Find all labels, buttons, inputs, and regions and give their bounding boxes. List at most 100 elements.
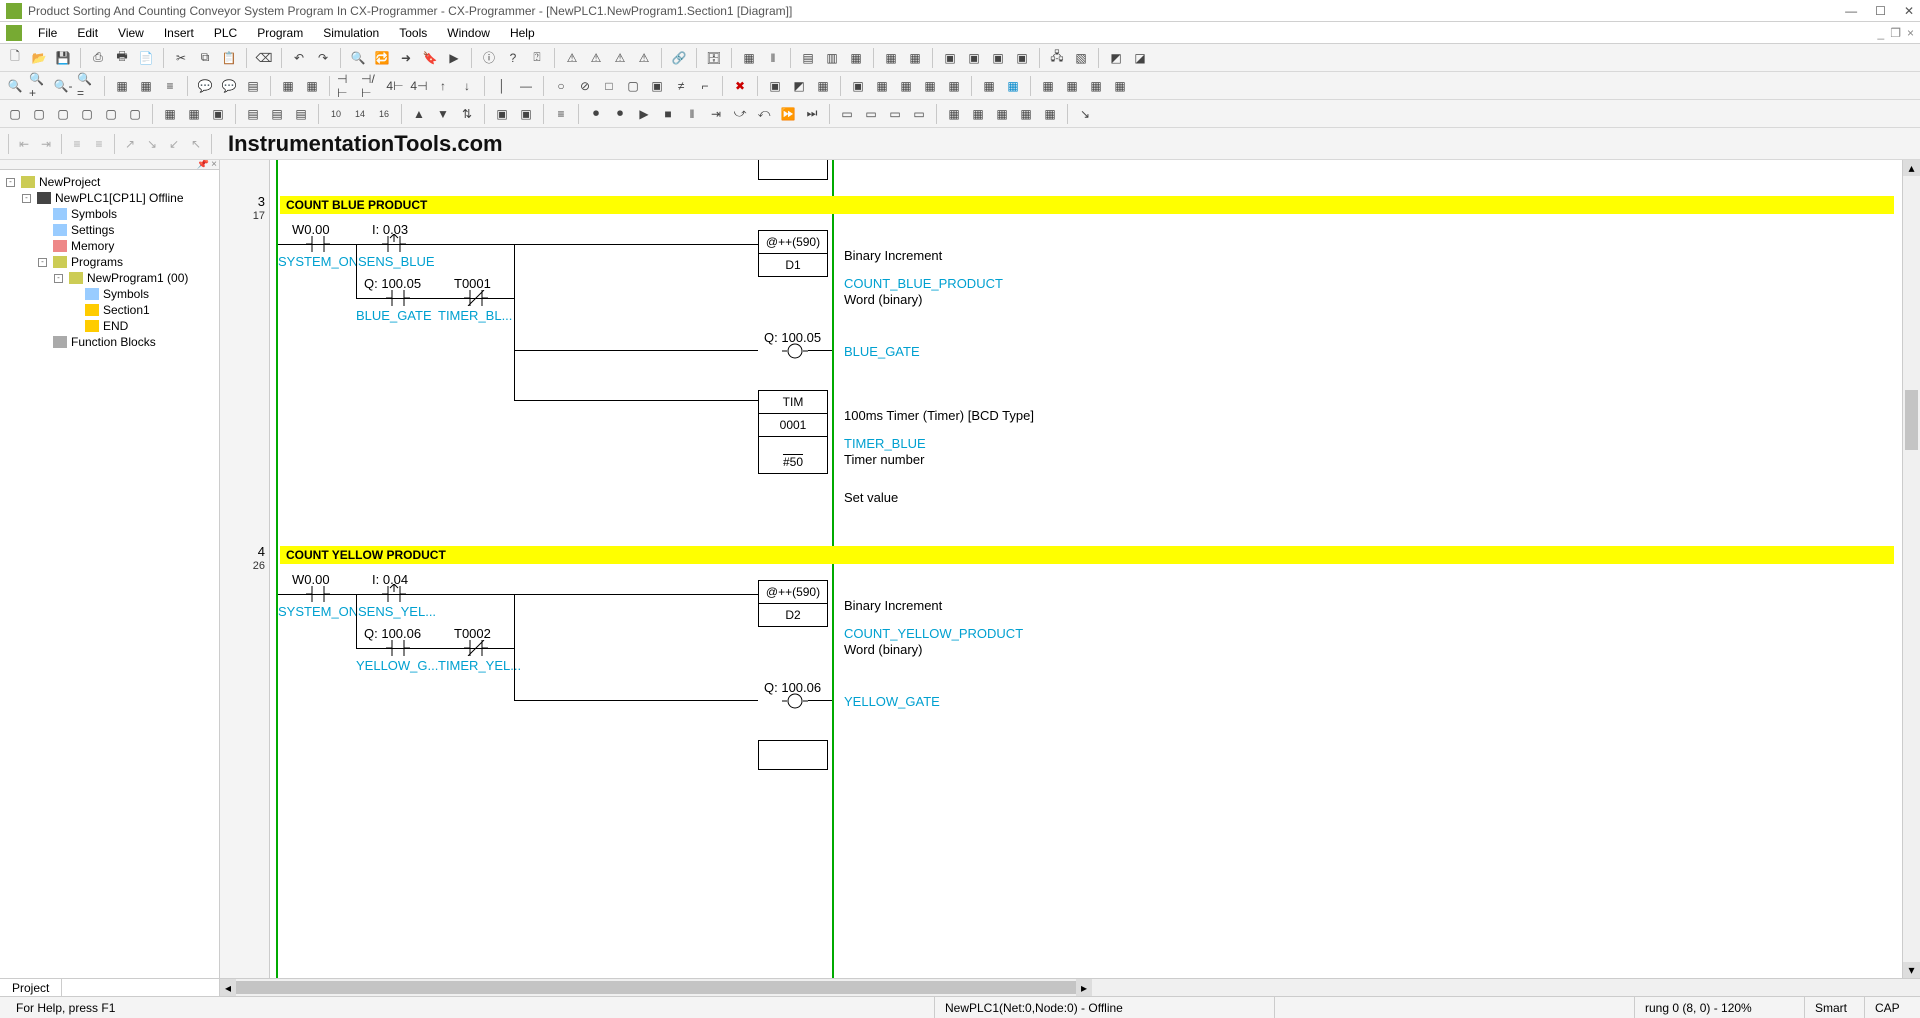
align-left-icon[interactable]: ≡ (66, 133, 88, 155)
step-in-icon[interactable]: ⇥ (705, 103, 727, 125)
instr2-icon[interactable]: ▢ (622, 75, 644, 97)
align-icon[interactable]: ≡ (550, 103, 572, 125)
online5-icon[interactable]: ▦ (943, 75, 965, 97)
scroll-down-icon[interactable]: ▾ (1903, 962, 1920, 978)
redo-icon[interactable]: ↷ (312, 47, 334, 69)
bookmark-icon[interactable]: 🔖 (419, 47, 441, 69)
db-icon[interactable]: 🗄 (703, 47, 725, 69)
warning2-icon[interactable]: ⚠ (585, 47, 607, 69)
net1-icon[interactable]: ▦ (943, 103, 965, 125)
down-icon[interactable]: ▼ (432, 103, 454, 125)
page-setup-icon[interactable]: 📄 (135, 47, 157, 69)
chip1-icon[interactable]: ▦ (978, 75, 1000, 97)
mon1-icon[interactable]: ▦ (1037, 75, 1059, 97)
jump-icon[interactable]: ↘ (1074, 103, 1096, 125)
tree-settings[interactable]: Settings (71, 223, 114, 237)
branch-icon[interactable]: ⌐ (694, 75, 716, 97)
close-button[interactable]: ✕ (1904, 4, 1914, 18)
grid2-icon[interactable]: ▦ (904, 47, 926, 69)
project-tree[interactable]: -NewProject -NewPLC1[CP1L] Offline Symbo… (0, 170, 219, 978)
vscroll-thumb[interactable] (1905, 390, 1918, 450)
project-tab[interactable]: Project (0, 979, 62, 996)
instr-icon[interactable]: □ (598, 75, 620, 97)
contact-no-icon[interactable]: ⊣ ⊢ (336, 75, 358, 97)
coil-icon[interactable]: ○ (550, 75, 572, 97)
sz14-icon[interactable]: 14 (349, 103, 371, 125)
extra1-icon[interactable]: ◩ (1105, 47, 1127, 69)
net4-icon[interactable]: ▦ (1015, 103, 1037, 125)
menu-help[interactable]: Help (500, 24, 545, 42)
net2-icon[interactable]: ▦ (967, 103, 989, 125)
end-icon[interactable]: ⏭ (801, 103, 823, 125)
tree-end[interactable]: END (103, 319, 128, 333)
plc2-icon[interactable]: ▣ (963, 47, 985, 69)
mon3-icon[interactable]: ▦ (1085, 75, 1107, 97)
sz16-icon[interactable]: 16 (373, 103, 395, 125)
tree-root[interactable]: NewProject (39, 175, 100, 189)
comment-icon[interactable]: 💬 (194, 75, 216, 97)
tree-section1[interactable]: Section1 (103, 303, 150, 317)
coil-nc-icon[interactable]: ⊘ (574, 75, 596, 97)
r3-inc-box[interactable]: @++(590) D1 (758, 230, 828, 277)
next-bookmark-icon[interactable]: ▶ (443, 47, 465, 69)
toggle1-icon[interactable]: ▦ (111, 75, 133, 97)
zoom-fit-icon[interactable]: 🔍 (4, 75, 26, 97)
rec2-icon[interactable]: ⏺ (609, 103, 631, 125)
rung-comment-icon[interactable]: ▤ (242, 75, 264, 97)
new-icon[interactable]: 🗋 (4, 47, 26, 69)
menu-file[interactable]: File (28, 24, 67, 42)
extra2-icon[interactable]: ◪ (1129, 47, 1151, 69)
indent-right-icon[interactable]: ⇥ (35, 133, 57, 155)
a4-icon[interactable]: ↖ (185, 133, 207, 155)
menu-program[interactable]: Program (247, 24, 313, 42)
sim2-icon[interactable]: ▣ (515, 103, 537, 125)
zoom-100-icon[interactable]: 🔍= (76, 75, 98, 97)
hscroll-thumb[interactable] (236, 981, 1076, 994)
table3-icon[interactable]: ▤ (290, 103, 312, 125)
pause2-icon[interactable]: ‖ (681, 103, 703, 125)
net-icon[interactable]: 🖧 (1046, 47, 1068, 69)
info-icon[interactable]: ⓘ (478, 47, 500, 69)
contact-4p-icon[interactable]: 4⊢ (384, 75, 406, 97)
mon4-icon[interactable]: ▦ (1109, 75, 1131, 97)
comment2-icon[interactable]: 💬 (218, 75, 240, 97)
save-icon[interactable]: 💾 (52, 47, 74, 69)
not-icon[interactable]: ≠ (670, 75, 692, 97)
tree-fb[interactable]: Function Blocks (71, 335, 156, 349)
online4-icon[interactable]: ▦ (919, 75, 941, 97)
contact-up-icon[interactable]: ↑ (432, 75, 454, 97)
address-view-icon[interactable]: ▦ (277, 75, 299, 97)
menu-tools[interactable]: Tools (389, 24, 437, 42)
rec-icon[interactable]: ⏺ (585, 103, 607, 125)
zoom-out-icon[interactable]: 🔍- (52, 75, 74, 97)
win1-icon[interactable]: ▢ (4, 103, 26, 125)
ladder-diagram[interactable]: COUNT BLUE PRODUCT W0.00 SYSTEM_ON I: 0.… (270, 160, 1902, 978)
step-over-icon[interactable]: ⤻ (729, 103, 751, 125)
find-icon[interactable]: 🔍 (347, 47, 369, 69)
stop-icon[interactable]: ◩ (788, 75, 810, 97)
warning-icon[interactable]: ⚠ (561, 47, 583, 69)
ff-icon[interactable]: ⏩ (777, 103, 799, 125)
menu-insert[interactable]: Insert (154, 24, 204, 42)
horizontal-scrollbar[interactable]: ◂ ▸ (220, 978, 1920, 996)
print-preview-icon[interactable]: 🖶 (111, 47, 133, 69)
play-icon[interactable]: ▶ (633, 103, 655, 125)
tile-h-icon[interactable]: ▥ (821, 47, 843, 69)
r3-tim-box[interactable]: TIM 0001 #50 (758, 390, 828, 474)
plc3-icon[interactable]: ▣ (987, 47, 1009, 69)
align-right-icon[interactable]: ≡ (88, 133, 110, 155)
menu-view[interactable]: View (108, 24, 154, 42)
close-panel-icon[interactable]: × (211, 160, 217, 170)
contact-4n-icon[interactable]: 4⊣ (408, 75, 430, 97)
goto-icon[interactable]: ➜ (395, 47, 417, 69)
minimize-button[interactable]: — (1845, 4, 1857, 18)
grid1-icon[interactable]: ▦ (880, 47, 902, 69)
a2-icon[interactable]: ↘ (141, 133, 163, 155)
mdi-close-button[interactable]: × (1907, 26, 1914, 40)
menu-window[interactable]: Window (437, 24, 500, 42)
disp4-icon[interactable]: ▭ (908, 103, 930, 125)
tree-symbols[interactable]: Symbols (71, 207, 117, 221)
zoom-in-icon[interactable]: 🔍+ (28, 75, 50, 97)
step-icon[interactable]: ▦ (738, 47, 760, 69)
net3-icon[interactable]: ▦ (991, 103, 1013, 125)
